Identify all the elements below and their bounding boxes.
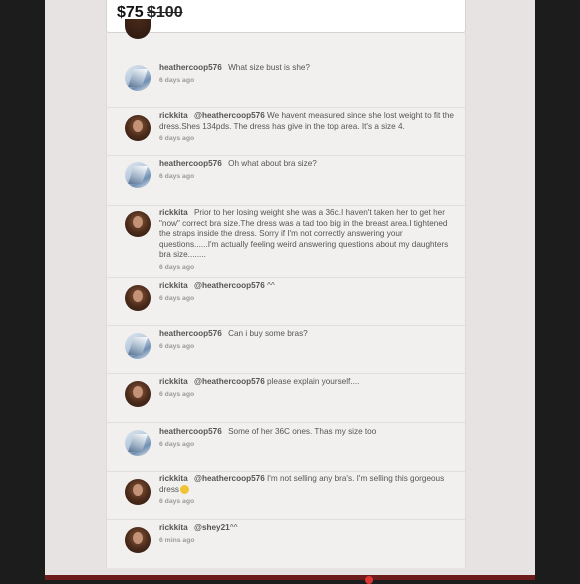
comment-text: Can i buy some bras?: [228, 329, 308, 338]
comment-item: heathercoop576 Can i buy some bras? 6 da…: [107, 326, 465, 374]
comment-text: please explain yourself....: [267, 377, 360, 386]
comments-section: heathercoop576 What size bust is she? 6 …: [106, 19, 466, 568]
comment-username[interactable]: rickkita: [159, 377, 188, 386]
grimacing-emoji-icon: [180, 484, 190, 494]
comment-text: ^^: [229, 523, 238, 532]
comment-username[interactable]: heathercoop576: [159, 159, 222, 168]
comment-timestamp: 6 days ago: [159, 172, 195, 180]
comment-item: rickkita @heathercoop576 I'm not selling…: [107, 472, 465, 520]
comment-timestamp: 6 days ago: [159, 342, 195, 350]
comment-item: rickkita @shey21^^ 6 mins ago: [107, 520, 465, 568]
comment-item: rickkita @heathercoop576 We havent measu…: [107, 108, 465, 156]
comment-username[interactable]: heathercoop576: [159, 63, 222, 72]
comment-item: rickkita @heathercoop576 ^^ 6 days ago: [107, 278, 465, 326]
comment-mention[interactable]: @heathercoop576: [194, 474, 265, 483]
comment-username[interactable]: rickkita: [159, 474, 188, 483]
comment-text: ^^: [267, 281, 275, 290]
avatar[interactable]: [125, 381, 151, 407]
comment-mention[interactable]: @shey21: [194, 523, 230, 532]
comment-text: What size bust is she?: [228, 63, 310, 72]
comment-username[interactable]: rickkita: [159, 523, 188, 532]
comment-body: heathercoop576 Oh what about bra size? 6…: [159, 159, 455, 182]
avatar[interactable]: [125, 211, 151, 237]
avatar[interactable]: [125, 333, 151, 359]
comment-text: Some of her 36C ones. Thas my size too: [228, 427, 377, 436]
avatar[interactable]: [125, 479, 151, 505]
comment-text: Prior to her losing weight she was a 36c…: [159, 208, 449, 259]
avatar[interactable]: [125, 65, 151, 91]
comment-timestamp: 6 days ago: [159, 263, 195, 271]
avatar[interactable]: [125, 527, 151, 553]
comment-timestamp: 6 mins ago: [159, 536, 195, 544]
avatar[interactable]: [125, 115, 151, 141]
comment-body: rickkita Prior to her losing weight she …: [159, 208, 455, 273]
comment-item: rickkita Prior to her losing weight she …: [107, 206, 465, 278]
listing-page: $75 $100 heathercoop576 What size bust i…: [45, 0, 535, 580]
comment-timestamp: 6 days ago: [159, 498, 195, 505]
comment-item: rickkita @heathercoop576 please explain …: [107, 374, 465, 423]
comment-mention[interactable]: @heathercoop576: [194, 377, 265, 386]
comment-body: rickkita @shey21^^ 6 mins ago: [159, 523, 455, 546]
comment-timestamp: 6 days ago: [159, 76, 195, 84]
comment-timestamp: 6 days ago: [159, 135, 195, 142]
price-card: $75 $100: [106, 0, 466, 33]
comment-timestamp: 6 days ago: [159, 390, 195, 398]
comment-body: heathercoop576 Some of her 36C ones. Tha…: [159, 427, 455, 450]
comment-username[interactable]: heathercoop576: [159, 427, 222, 436]
comment-timestamp: 6 days ago: [159, 294, 195, 302]
comment-item: heathercoop576 What size bust is she? 6 …: [107, 33, 465, 108]
comment-body: rickkita @heathercoop576 ^^ 6 days ago: [159, 281, 455, 304]
comment-body: rickkita @heathercoop576 please explain …: [159, 377, 455, 400]
comment-item: heathercoop576 Oh what about bra size? 6…: [107, 156, 465, 206]
comment-body: rickkita @heathercoop576 I'm not selling…: [159, 474, 455, 508]
comment-body: heathercoop576 What size bust is she? 6 …: [159, 63, 455, 86]
bottom-bar: [45, 575, 535, 580]
avatar[interactable]: [125, 162, 151, 188]
avatar[interactable]: [125, 285, 151, 311]
comment-username[interactable]: heathercoop576: [159, 329, 222, 338]
comment-item: heathercoop576 Some of her 36C ones. Tha…: [107, 423, 465, 472]
comment-body: rickkita @heathercoop576 We havent measu…: [159, 111, 455, 145]
comment-mention[interactable]: @heathercoop576: [194, 111, 265, 120]
comment-body: heathercoop576 Can i buy some bras? 6 da…: [159, 329, 455, 352]
notification-dot: [365, 576, 373, 584]
comment-timestamp: 6 days ago: [159, 440, 195, 448]
comment-username[interactable]: rickkita: [159, 111, 188, 120]
comment-username[interactable]: rickkita: [159, 208, 188, 217]
comment-username[interactable]: rickkita: [159, 281, 188, 290]
avatar[interactable]: [125, 430, 151, 456]
comment-mention[interactable]: @heathercoop576: [194, 281, 265, 290]
original-price: $100: [147, 4, 183, 21]
comment-text: Oh what about bra size?: [228, 159, 317, 168]
